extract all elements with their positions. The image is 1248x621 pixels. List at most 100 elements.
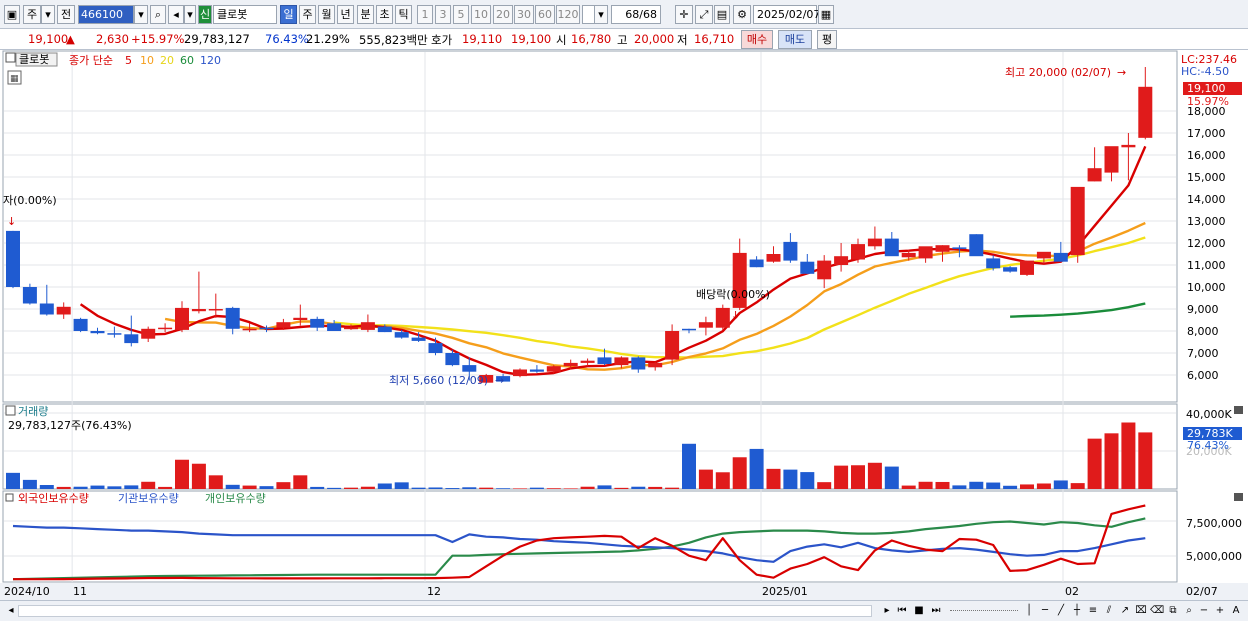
candle-body: [327, 323, 342, 331]
stock-name-tag-label: 클로봇: [19, 53, 49, 66]
speaker-dropdown-icon[interactable]: ▾: [184, 5, 196, 24]
scroll-track[interactable]: [18, 605, 872, 617]
font-size-icon[interactable]: A: [1229, 604, 1243, 618]
candle-body: [394, 332, 409, 338]
interval-60[interactable]: 60: [535, 5, 555, 24]
scroll-left-icon[interactable]: ◂: [4, 604, 18, 618]
search-icon[interactable]: ⌕: [150, 5, 166, 24]
scroll-right-icon[interactable]: ▸: [880, 604, 894, 618]
volume-menu-icon[interactable]: [5, 405, 16, 416]
period-month[interactable]: 월: [318, 5, 335, 24]
new-listing-badge: 신: [198, 5, 212, 24]
interval-1[interactable]: 1: [417, 5, 433, 24]
sell-button[interactable]: 매도: [778, 30, 812, 49]
quote-bar: 19,100 ▲ 2,630 +15.97% 29,783,127 76.43%…: [0, 29, 1248, 50]
holdings-menu-icon[interactable]: [5, 493, 14, 502]
interval-dropdown-icon[interactable]: ▾: [594, 5, 608, 24]
code-dropdown-icon[interactable]: ▾: [134, 5, 148, 24]
scroll-start-icon[interactable]: ⏮: [895, 604, 909, 618]
zoom-search-icon[interactable]: ⌕: [1182, 604, 1196, 618]
volume-bar: [394, 482, 409, 489]
speaker-icon[interactable]: ◂: [168, 5, 184, 24]
volume-bar: [918, 481, 933, 489]
volume-bar: [6, 472, 20, 489]
price-tick-label: 14,000: [1187, 193, 1226, 206]
window-icon[interactable]: ▣: [4, 5, 20, 24]
interval-30[interactable]: 30: [514, 5, 534, 24]
period-second[interactable]: 초: [376, 5, 393, 24]
stock-chart[interactable]: 6,000 7,000 8,000 9,000 10,000 11,000 12,000 13…: [0, 50, 1248, 600]
buy-button[interactable]: 매수: [741, 30, 773, 49]
tool-fib-icon[interactable]: ≡: [1086, 604, 1100, 618]
save-icon[interactable]: ▤: [714, 5, 730, 24]
ma-period-5: 5: [125, 54, 132, 67]
volume-bar: [614, 487, 629, 489]
interval-5[interactable]: 5: [453, 5, 469, 24]
x-axis-bar: [0, 583, 1248, 600]
count-display[interactable]: 68/68: [611, 5, 661, 24]
candle-body: [90, 331, 105, 334]
stock-name-field[interactable]: 클로봇: [213, 5, 277, 24]
volume-bar: [867, 462, 882, 489]
market-select[interactable]: 주: [23, 5, 41, 24]
holdings-close-icon[interactable]: [1234, 493, 1243, 501]
period-tick[interactable]: 틱: [395, 5, 412, 24]
volume-bar: [208, 475, 223, 489]
candle-body: [715, 307, 730, 328]
x-label-2025-01: 2025/01: [762, 585, 808, 598]
candle-body: [834, 256, 849, 265]
candle-body: [293, 317, 308, 320]
candle-body: [56, 306, 71, 315]
volume-bar: [648, 486, 663, 489]
candle-body: [631, 357, 646, 370]
period-week[interactable]: 주: [299, 5, 316, 24]
scroll-end-icon[interactable]: ⏭: [929, 604, 943, 618]
period-minute[interactable]: 분: [357, 5, 374, 24]
candle-body: [242, 328, 257, 331]
zoom-slider[interactable]: [950, 610, 1018, 612]
calendar-icon[interactable]: ▦: [818, 5, 834, 24]
candle-body: [428, 343, 443, 353]
price-tick-label: 7,000: [1187, 347, 1219, 360]
tool-cross-icon[interactable]: ┼: [1070, 604, 1084, 618]
date-field[interactable]: 2025/02/07: [753, 5, 820, 24]
candle-body: [698, 322, 713, 328]
volume-bar: [1138, 432, 1153, 489]
tool-arrow-icon[interactable]: ↗: [1118, 604, 1132, 618]
price-tick-label: 10,000: [1187, 281, 1226, 294]
volume-close-icon[interactable]: [1234, 406, 1243, 414]
interval-3[interactable]: 3: [435, 5, 451, 24]
draw-tool-icon[interactable]: ⤢: [695, 5, 713, 24]
interval-10[interactable]: 10: [471, 5, 491, 24]
market-dropdown-icon[interactable]: ▾: [41, 5, 55, 24]
ask-label: 호가: [431, 33, 453, 47]
candle-body: [1003, 267, 1018, 272]
interval-20[interactable]: 20: [493, 5, 513, 24]
tool-text-icon[interactable]: ⌧: [1134, 604, 1148, 618]
prev-button[interactable]: 전: [57, 5, 75, 24]
interval-120[interactable]: 120: [556, 5, 580, 24]
tool-vline-icon[interactable]: │: [1022, 604, 1036, 618]
tool-erase-icon[interactable]: ⌫: [1150, 604, 1164, 618]
average-button[interactable]: 평: [817, 30, 837, 49]
candle-body: [445, 353, 460, 366]
tool-copy-icon[interactable]: ⧉: [1166, 604, 1180, 618]
zoom-in-icon[interactable]: +: [1213, 604, 1227, 618]
volume-bar: [715, 472, 730, 489]
scroll-stop-icon[interactable]: ■: [912, 604, 926, 618]
period-day[interactable]: 일: [280, 5, 297, 24]
candle-body: [529, 369, 544, 372]
volume-bar: [732, 457, 747, 489]
panel-menu-icon[interactable]: [5, 52, 16, 63]
volume-bar: [546, 488, 561, 489]
zoom-out-icon[interactable]: −: [1197, 604, 1211, 618]
volume-title: 거래량: [18, 405, 48, 418]
tool-channel-icon[interactable]: ⫽: [1102, 604, 1116, 618]
tool-trend-icon[interactable]: ╱: [1054, 604, 1068, 618]
tool-hline-icon[interactable]: ─: [1038, 604, 1052, 618]
crosshair-icon[interactable]: ✛: [675, 5, 693, 24]
period-year[interactable]: 년: [337, 5, 354, 24]
candle-body: [462, 365, 477, 372]
gear-icon[interactable]: ⚙: [733, 5, 751, 24]
stock-code-input[interactable]: 466100: [78, 5, 134, 24]
